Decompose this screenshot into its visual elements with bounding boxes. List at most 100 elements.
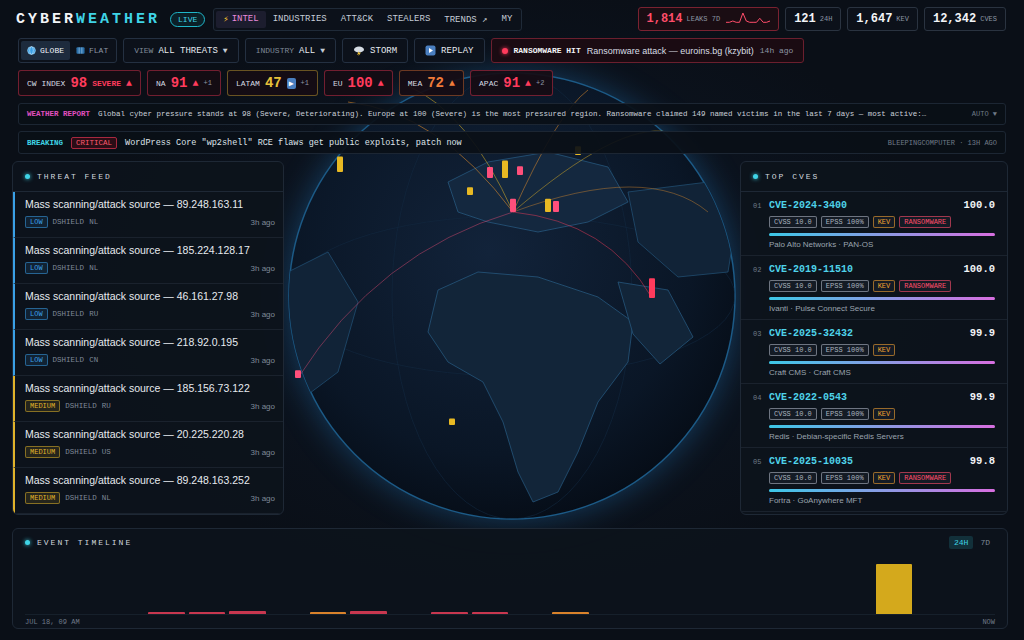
globe-icon [27,46,36,55]
threat-marker[interactable] [502,160,508,178]
cve-header: 01CVE-2024-3400100.0 [753,199,995,211]
timeline-bar[interactable] [431,612,467,614]
timeline-slot [146,563,186,614]
ticker-time: 14h ago [760,46,794,55]
score-fill [769,361,995,364]
trend-icon: ▲ [449,78,455,89]
nav-tab[interactable]: ATT&CK [334,11,380,28]
stat-box[interactable]: 12124H [785,7,841,31]
stat-box[interactable]: 12,342CVES [924,7,1006,31]
nav-tab[interactable]: MY [495,11,520,28]
stat-box[interactable]: 1,647KEV [847,7,918,31]
cve-item[interactable]: 03CVE-2025-3243299.9CVSS 10.0EPSS 100%KE… [741,320,1007,384]
trend-icon: ▲ [126,78,132,89]
axis-start: JUL 18, 09 AM [25,618,80,626]
threat-marker[interactable] [295,370,301,378]
timeline-bar[interactable] [876,564,912,614]
timeline-bar[interactable] [148,612,184,614]
feed-item[interactable]: Mass scanning/attack source — 46.161.27.… [13,284,283,330]
region-label: EU [333,79,343,88]
region-chip[interactable]: CW INDEX98SEVERE▲ [18,70,141,96]
panel-header: THREAT FEED [13,162,283,192]
panel-title: TOP CVES [765,172,819,181]
timeline-slot [631,563,671,614]
filter-dropdown[interactable]: INDUSTRYALL▼ [245,38,336,63]
cve-header: 02CVE-2019-11510100.0 [753,263,995,275]
trend-icon: ▲ [192,78,198,89]
threat-marker[interactable] [510,199,516,212]
timeline-axis: JUL 18, 09 AMNOW [25,618,995,626]
feed-item[interactable]: Mass scanning/attack source — 89.248.163… [13,468,283,514]
timeline-bar[interactable] [350,611,386,614]
threat-marker[interactable] [553,201,559,212]
region-label: MEA [408,79,422,88]
threat-marker[interactable] [467,187,473,195]
trend-icon: ▲ [378,78,384,89]
feed-meta: LOWDSHIELDNL3h ago [25,216,275,228]
region-delta: +2 [536,79,544,87]
severity-badge: LOW [25,354,48,366]
map-icon [76,46,85,55]
nav-tab[interactable]: TRENDS ↗ [437,11,494,28]
control-button[interactable]: REPLAY [414,38,484,63]
view-toggle-button[interactable]: FLAT [70,41,114,60]
region-chip[interactable]: MEA72▲ [399,70,464,96]
nav-tab[interactable]: ⚡INTEL [216,11,265,28]
threat-marker[interactable] [337,157,343,172]
nav-label: INTEL [232,14,259,24]
severity-badge: MEDIUM [25,446,60,458]
feed-meta: LOWDSHIELDNL3h ago [25,262,275,274]
threat-marker[interactable] [449,418,455,425]
timeline-bar[interactable] [310,612,346,615]
timeline-slot [914,563,954,614]
breaking-news[interactable]: BREAKINGCRITICALWordPress Core "wp2shell… [18,131,1006,154]
cve-id: CVE-2022-0543 [769,392,847,403]
region-chip[interactable]: EU100▲ [324,70,393,96]
region-chip[interactable]: NA91▲+1 [147,70,221,96]
region-delta: +1 [301,79,309,87]
region-chip[interactable]: LATAM47▶+1 [227,70,318,96]
timeline-slot [510,563,550,614]
feed-item[interactable]: Mass scanning/attack source — 185.156.73… [13,376,283,422]
threat-marker[interactable] [517,166,523,175]
stat-box[interactable]: 1,814LEAKS 7D [638,7,780,31]
timeline-slot [65,563,105,614]
feed-source: DSHIELD [53,218,85,226]
cve-item[interactable]: 04CVE-2022-054399.9CVSS 10.0EPSS 100%KEV… [741,384,1007,448]
range-button[interactable]: 7D [975,536,995,549]
region-chip[interactable]: APAC91▲+2 [470,70,553,96]
threat-marker[interactable] [545,199,551,212]
feed-item[interactable]: Mass scanning/attack source — 89.248.163… [13,192,283,238]
cve-item[interactable]: 02CVE-2019-11510100.0CVSS 10.0EPSS 100%K… [741,256,1007,320]
cve-item[interactable]: 05CVE-2025-1003599.8CVSS 10.0EPSS 100%KE… [741,448,1007,512]
nav-tab[interactable]: INDUSTRIES [266,11,334,28]
logo[interactable]: CYBERWEATHER [16,11,160,28]
threat-marker[interactable] [487,167,493,178]
threat-marker[interactable] [649,278,655,298]
timeline-bar[interactable] [229,611,265,614]
nav-label: ATT&CK [341,14,373,24]
timeline-bar[interactable] [472,612,508,614]
feed-source: DSHIELD [65,402,97,410]
control-button[interactable]: STORM [342,38,408,63]
ticker-label: RANSOMWARE HIT [514,46,581,55]
feed-item[interactable]: Mass scanning/attack source — 20.225.220… [13,422,283,468]
filter-dropdown[interactable]: VIEWALL THREATS▼ [123,38,238,63]
ransomware-ticker[interactable]: RANSOMWARE HITRansomware attack — euroin… [491,38,805,63]
timeline-slot [672,563,712,614]
cve-item[interactable]: 01CVE-2024-3400100.0CVSS 10.0EPSS 100%KE… [741,192,1007,256]
timeline-bar[interactable] [552,612,588,614]
cve-tag: EPSS 100% [821,472,869,484]
feed-item[interactable]: Mass scanning/attack source — 185.224.12… [13,238,283,284]
cve-id: CVE-2019-11510 [769,264,853,275]
auto-dropdown[interactable]: AUTO ▼ [972,110,997,118]
cve-id: CVE-2025-10035 [769,456,853,467]
timeline-bar[interactable] [189,612,225,614]
feed-item[interactable]: Mass scanning/attack source — 218.92.0.1… [13,330,283,376]
view-toggle-button[interactable]: GLOBE [21,41,70,60]
nav-tab[interactable]: STEALERS [380,11,437,28]
range-button[interactable]: 24H [949,536,973,549]
region-label: LATAM [236,79,260,88]
timeline-slot [955,563,995,614]
score-bar [769,297,995,300]
